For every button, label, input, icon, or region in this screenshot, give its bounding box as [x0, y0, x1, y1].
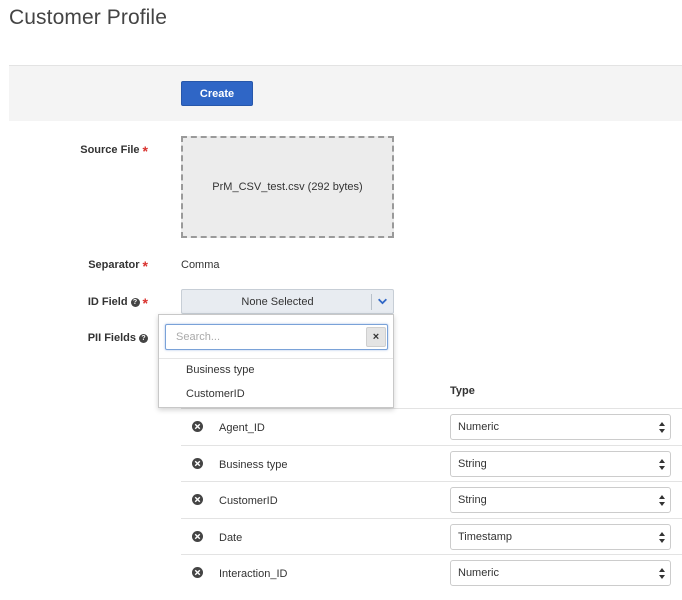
- search-input[interactable]: [166, 325, 361, 349]
- sort-arrows-icon: [659, 422, 665, 433]
- pii-fields-label: PII Fields ?: [88, 332, 148, 344]
- page-title: Customer Profile: [9, 6, 167, 29]
- column-name: Business type: [219, 458, 288, 471]
- id-field-select[interactable]: None Selected: [181, 289, 394, 314]
- type-select-value: Numeric: [458, 567, 499, 580]
- select-divider: [371, 294, 372, 310]
- times-circle-icon[interactable]: [192, 457, 203, 469]
- type-select-value: String: [458, 494, 487, 507]
- chevron-down-icon[interactable]: [377, 296, 388, 307]
- table-row: Date Timestamp: [181, 517, 682, 555]
- type-select[interactable]: String: [450, 450, 671, 477]
- times-circle-icon[interactable]: [192, 494, 203, 506]
- source-file-name: PrM_CSV_test.csv (292 bytes): [212, 181, 363, 193]
- type-select-value: Timestamp: [458, 530, 512, 543]
- clear-search-button[interactable]: ×: [366, 327, 386, 347]
- separator-label-text: Separator: [88, 259, 140, 271]
- id-field-dropdown: × Business type CustomerID: [158, 314, 394, 408]
- separator-label: Separator *: [88, 258, 148, 274]
- columns-table: Agent_ID Numeric Business type String Cu…: [181, 408, 682, 591]
- question-circle-icon[interactable]: ?: [130, 297, 140, 307]
- id-field-label: ID Field ? *: [87, 295, 148, 311]
- sort-arrows-icon: [659, 458, 665, 470]
- pii-fields-label-text: PII Fields: [87, 332, 136, 344]
- type-select[interactable]: String: [450, 487, 671, 514]
- type-select[interactable]: Numeric: [450, 414, 671, 440]
- table-row: Business type String: [181, 444, 682, 482]
- sort-arrows-icon: [659, 531, 665, 543]
- required-asterisk: *: [142, 258, 148, 274]
- type-select[interactable]: Numeric: [450, 560, 671, 587]
- column-name: CustomerID: [219, 495, 278, 508]
- column-name: Interaction_ID: [219, 568, 288, 581]
- dropdown-divider: [159, 358, 393, 359]
- times-circle-icon[interactable]: [192, 567, 203, 579]
- times-circle-icon[interactable]: [192, 421, 203, 432]
- column-name: Date: [219, 531, 243, 544]
- separator-value: Comma: [181, 259, 220, 271]
- file-dropzone[interactable]: PrM_CSV_test.csv (292 bytes): [181, 136, 394, 238]
- required-asterisk: *: [142, 295, 148, 311]
- times-circle-icon[interactable]: [192, 530, 203, 542]
- id-field-label-text: ID Field: [87, 296, 128, 308]
- type-select-value: String: [458, 457, 487, 470]
- dropdown-option-business-type[interactable]: Business type: [186, 364, 254, 376]
- dropdown-option-customerid[interactable]: CustomerID: [186, 388, 245, 400]
- question-circle-icon[interactable]: ?: [139, 333, 148, 343]
- search-box: ×: [165, 324, 388, 350]
- type-select[interactable]: Timestamp: [450, 523, 671, 550]
- source-file-label: Source File *: [80, 143, 148, 159]
- create-button[interactable]: Create: [181, 81, 253, 106]
- type-column-header: Type: [450, 385, 475, 397]
- toolbar: Create: [9, 65, 682, 121]
- table-row: Interaction_ID Numeric: [181, 554, 682, 591]
- required-asterisk: *: [142, 143, 148, 159]
- type-select-value: Numeric: [458, 421, 499, 433]
- table-row: CustomerID String: [181, 481, 682, 518]
- sort-arrows-icon: [659, 495, 665, 507]
- id-field-selected-value: None Selected: [241, 295, 314, 308]
- source-file-label-text: Source File: [80, 144, 140, 156]
- column-name: Agent_ID: [219, 422, 265, 434]
- table-row: Agent_ID Numeric: [181, 408, 682, 445]
- sort-arrows-icon: [659, 568, 665, 580]
